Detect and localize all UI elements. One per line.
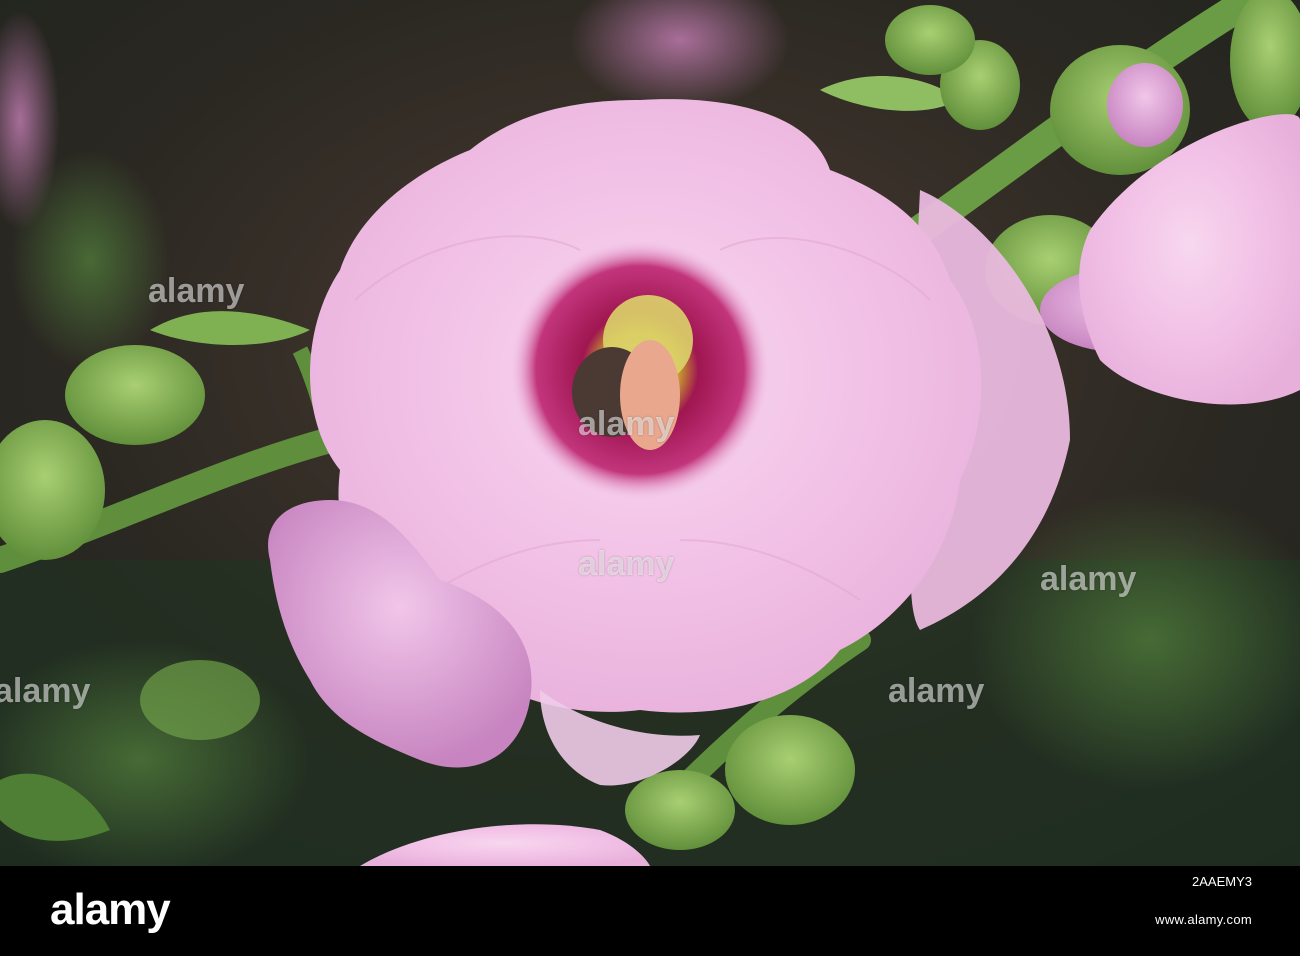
bud-left-upper [65, 345, 205, 445]
pollen-stamen [620, 340, 680, 450]
photo: alamy alamy alamy alamy alamy alamy [0, 0, 1300, 866]
hollyhock-photo [0, 0, 1300, 866]
footer-bar: alamy 2AAEMY3 www.alamy.com [0, 866, 1300, 956]
footer-logo: alamy [50, 885, 171, 934]
pink-bud-right-top [1107, 63, 1183, 147]
image-id: 2AAEMY3 [1192, 874, 1252, 889]
footer-url: www.alamy.com [1155, 912, 1252, 927]
image-frame: alamy alamy alamy alamy alamy alamy alam… [0, 0, 1300, 956]
